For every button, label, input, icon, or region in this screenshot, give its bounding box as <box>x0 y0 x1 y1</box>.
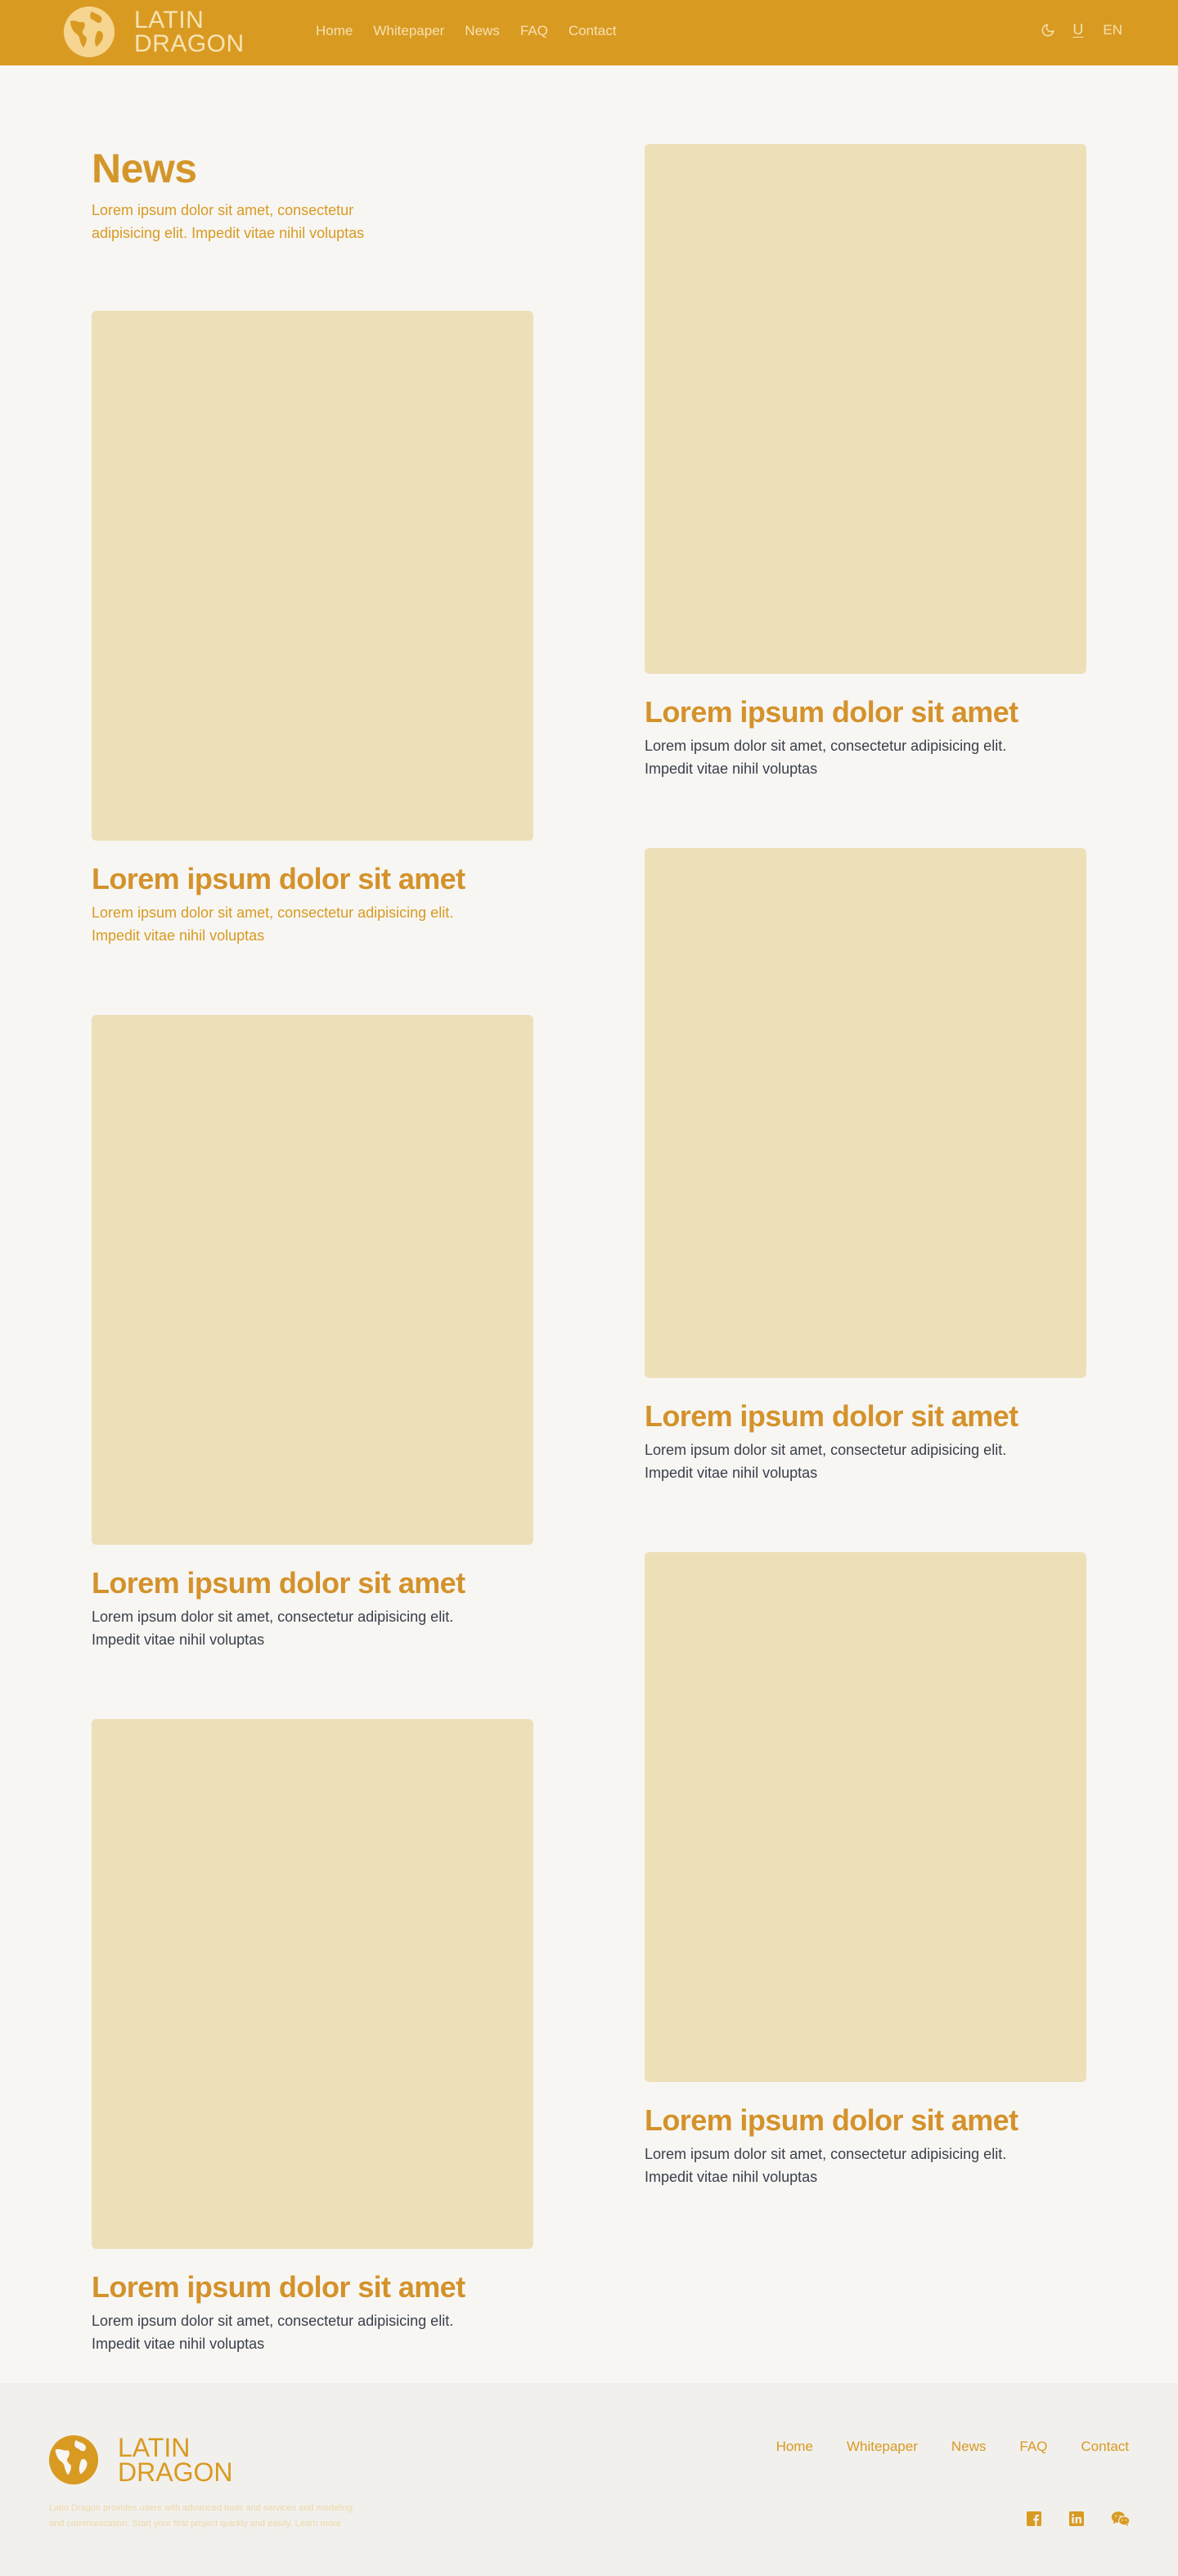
news-card: Lorem ipsum dolor sit amet Lorem ipsum d… <box>92 1719 533 2355</box>
news-intro: News Lorem ipsum dolor sit amet, consect… <box>92 145 435 245</box>
footer-logo-line-1: LATIN <box>118 2433 191 2462</box>
footer-wordmark: LATIN DRAGON <box>118 2433 233 2487</box>
footer-nav-news[interactable]: News <box>951 2439 987 2455</box>
news-card-image[interactable] <box>92 1015 533 1545</box>
news-card-title[interactable]: Lorem ipsum dolor sit amet <box>645 695 1086 729</box>
footer-nav-home[interactable]: Home <box>776 2439 813 2455</box>
facebook-icon[interactable] <box>1026 2511 1042 2527</box>
header-tools: U EN <box>1041 21 1122 38</box>
news-card-image[interactable] <box>645 144 1086 674</box>
nav-news[interactable]: News <box>465 23 500 39</box>
footer-nav-whitepaper[interactable]: Whitepaper <box>847 2439 918 2455</box>
news-card-description: Lorem ipsum dolor sit amet, consectetur … <box>92 1609 454 1648</box>
footer-nav: Home Whitepaper News FAQ Contact <box>743 2439 1129 2455</box>
nav-home[interactable]: Home <box>316 23 353 39</box>
header-logo[interactable]: LATIN DRAGON <box>64 7 245 57</box>
logo-line-1: LATIN <box>134 7 205 34</box>
moon-icon[interactable] <box>1041 23 1055 38</box>
news-card-image[interactable] <box>645 1552 1086 2082</box>
news-card: Lorem ipsum dolor sit amet Lorem ipsum d… <box>645 144 1086 780</box>
news-card-image[interactable] <box>92 311 533 841</box>
news-section: News Lorem ipsum dolor sit amet, consect… <box>0 65 1178 2383</box>
news-card-description: Lorem ipsum dolor sit amet, consectetur … <box>645 1442 1007 1481</box>
footer-nav-faq[interactable]: FAQ <box>1019 2439 1047 2455</box>
news-card-description: Lorem ipsum dolor sit amet, consectetur … <box>92 904 454 944</box>
nav-contact[interactable]: Contact <box>569 23 617 39</box>
social-links <box>1000 2511 1131 2527</box>
main-nav: Home Whitepaper News FAQ Contact <box>316 23 636 39</box>
logo-line-2: DRAGON <box>134 30 245 57</box>
news-card-title[interactable]: Lorem ipsum dolor sit amet <box>92 1566 533 1600</box>
news-card-title[interactable]: Lorem ipsum dolor sit amet <box>92 2270 533 2304</box>
site-footer: LATIN DRAGON Latin Dragon provides users… <box>0 2383 1178 2576</box>
nav-faq[interactable]: FAQ <box>520 23 548 39</box>
news-card-description: Lorem ipsum dolor sit amet, consectetur … <box>92 2313 454 2352</box>
news-card: Lorem ipsum dolor sit amet Lorem ipsum d… <box>92 311 533 947</box>
page-title: News <box>92 146 197 191</box>
wechat-icon[interactable] <box>1111 2511 1131 2527</box>
news-card-title[interactable]: Lorem ipsum dolor sit amet <box>92 862 533 896</box>
news-card-image[interactable] <box>92 1719 533 2249</box>
news-card-description: Lorem ipsum dolor sit amet, consectetur … <box>645 738 1007 777</box>
nav-whitepaper[interactable]: Whitepaper <box>373 23 444 39</box>
logo-wordmark: LATIN DRAGON <box>134 8 245 56</box>
news-card-title[interactable]: Lorem ipsum dolor sit amet <box>645 1399 1086 1434</box>
footer-logo-line-2: DRAGON <box>118 2457 233 2487</box>
footer-description: Latin Dragon provides users with advance… <box>49 2503 353 2529</box>
news-card-title[interactable]: Lorem ipsum dolor sit amet <box>645 2103 1086 2138</box>
news-card-image[interactable] <box>645 848 1086 1378</box>
underline-toggle[interactable]: U <box>1072 21 1083 38</box>
language-selector[interactable]: EN <box>1103 22 1122 38</box>
news-card: Lorem ipsum dolor sit amet Lorem ipsum d… <box>645 848 1086 1484</box>
page-description: Lorem ipsum dolor sit amet, consectetur … <box>92 202 365 241</box>
linkedin-icon[interactable] <box>1068 2511 1085 2527</box>
footer-nav-contact[interactable]: Contact <box>1081 2439 1129 2455</box>
news-card-description: Lorem ipsum dolor sit amet, consectetur … <box>645 2146 1007 2185</box>
site-header: LATIN DRAGON Home Whitepaper News FAQ Co… <box>0 0 1178 65</box>
globe-icon <box>49 2435 98 2484</box>
globe-icon <box>64 7 115 57</box>
footer-logo[interactable]: LATIN DRAGON <box>49 2433 233 2487</box>
news-card: Lorem ipsum dolor sit amet Lorem ipsum d… <box>645 1552 1086 2188</box>
news-card: Lorem ipsum dolor sit amet Lorem ipsum d… <box>92 1015 533 1651</box>
